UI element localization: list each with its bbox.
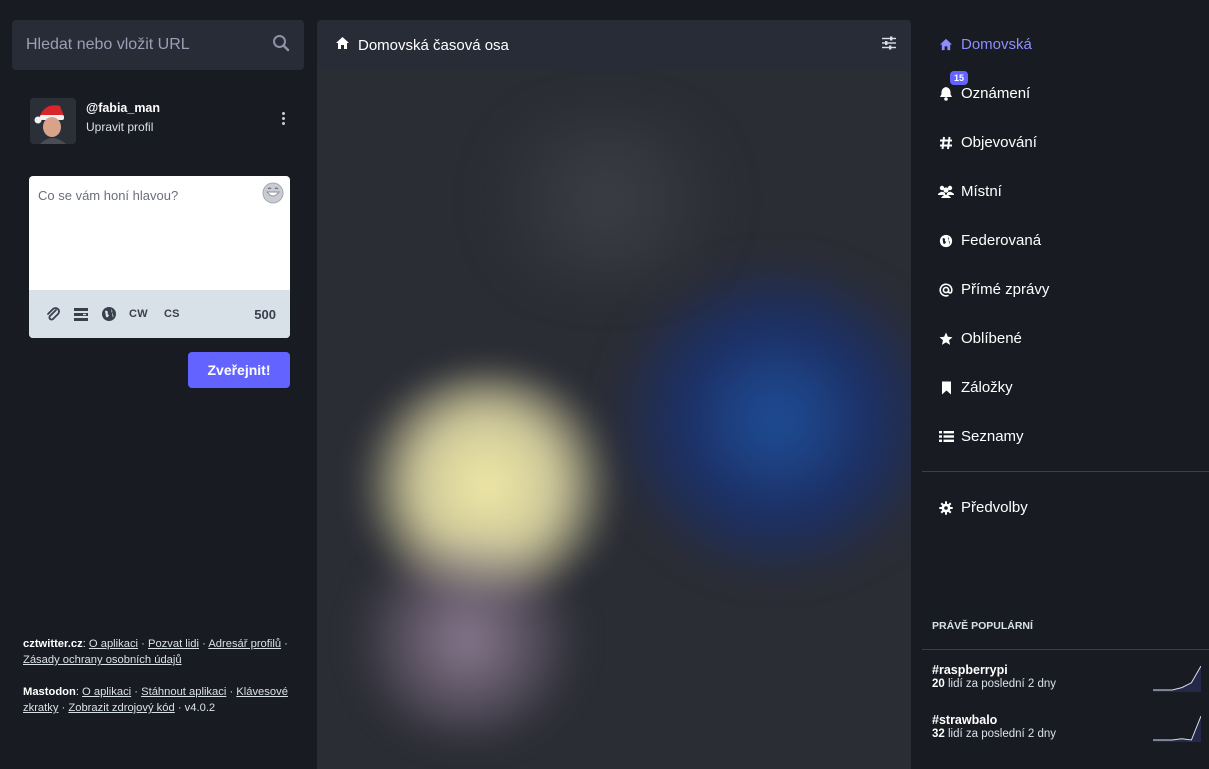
globe-icon [938, 233, 954, 249]
edit-profile-link[interactable]: Upravit profil [86, 120, 278, 134]
search-icon[interactable] [272, 34, 290, 57]
search-placeholder: Hledat nebo vložit URL [26, 36, 190, 53]
gear-icon [938, 500, 954, 516]
column-header[interactable]: Domovská časová osa [317, 20, 911, 70]
notification-badge: 15 [950, 71, 968, 85]
nav-direct-label: Přímé zprávy [961, 281, 1050, 298]
trending-tag-item[interactable]: #strawbalo 32 lidí za poslední 2 dny [922, 700, 1209, 750]
nav-preferences[interactable]: Předvolby [922, 483, 1209, 532]
invite-link[interactable]: Pozvat lidi [148, 638, 199, 650]
version: v4.0.2 [184, 702, 216, 714]
directory-link[interactable]: Adresář profilů [208, 638, 281, 650]
hashtag-icon [938, 135, 954, 151]
emoji-picker-icon[interactable] [262, 182, 284, 204]
trending-tag-item[interactable]: #raspberrypi 20 lidí za poslední 2 dny [922, 650, 1209, 700]
bell-icon [938, 86, 954, 102]
nav-notifications[interactable]: 15 Oznámení [922, 69, 1209, 118]
sparkline-area [1153, 716, 1201, 742]
content-warning-button[interactable]: CW [129, 308, 148, 320]
compose-textarea[interactable]: Co se vám honí hlavou? [38, 188, 178, 203]
mastodon-about-link[interactable]: O aplikaci [82, 686, 131, 698]
avatar[interactable] [30, 98, 76, 144]
home-icon [335, 36, 350, 55]
globe-icon[interactable] [101, 306, 117, 322]
column-title: Domovská časová osa [358, 36, 509, 54]
bookmark-icon [938, 380, 954, 396]
list-icon [938, 429, 954, 445]
nav-favourites-label: Oblíbené [961, 330, 1022, 347]
home-icon [938, 37, 954, 53]
profile-card: @fabia_man Upravit profil [30, 98, 294, 148]
source-link[interactable]: Zobrazit zdrojový kód [68, 702, 174, 714]
search-input[interactable]: Hledat nebo vložit URL [12, 20, 304, 70]
paperclip-icon[interactable] [45, 306, 61, 322]
nav-direct[interactable]: Přímé zprávy [922, 265, 1209, 314]
trending-sparkline [1153, 715, 1201, 742]
server-name: cztwitter.cz [23, 638, 83, 650]
footer-links: cztwitter.cz: O aplikaci · Pozvat lidi ·… [23, 638, 288, 714]
nav-preferences-label: Předvolby [961, 499, 1028, 516]
nav-lists[interactable]: Seznamy [922, 412, 1209, 461]
nav-favourites[interactable]: Oblíbené [922, 314, 1209, 363]
nav-home[interactable]: Domovská [922, 20, 1209, 69]
at-icon [938, 282, 954, 298]
users-icon [938, 184, 954, 200]
star-icon [938, 331, 954, 347]
poll-icon[interactable] [73, 306, 89, 322]
compose-toolbar: CW CS 500 [29, 290, 290, 338]
nav-explore[interactable]: Objevování [922, 118, 1209, 167]
nav-explore-label: Objevování [961, 134, 1037, 151]
language-button[interactable]: CS [164, 308, 180, 320]
trending-panel: PRÁVĚ POPULÁRNÍ #raspberrypi 20 lidí za … [922, 620, 1209, 750]
nav-divider [922, 471, 1209, 472]
profile-menu-icon[interactable] [278, 112, 288, 125]
timeline-area [317, 70, 911, 769]
compose-form: Co se vám honí hlavou? CW CS 500 [29, 176, 290, 338]
navigation-panel: Domovská 15 Oznámení Objevování Místní F… [922, 20, 1209, 532]
nav-federated[interactable]: Federovaná [922, 216, 1209, 265]
nav-home-label: Domovská [961, 36, 1032, 53]
nav-local[interactable]: Místní [922, 167, 1209, 216]
trending-sparkline [1153, 665, 1201, 692]
column-settings-icon[interactable] [881, 36, 897, 55]
profile-handle[interactable]: @fabia_man [86, 101, 278, 115]
character-counter: 500 [254, 306, 276, 322]
nav-lists-label: Seznamy [961, 428, 1024, 445]
trending-title: PRÁVĚ POPULÁRNÍ [922, 620, 1209, 650]
nav-local-label: Místní [961, 183, 1002, 200]
apps-link[interactable]: Stáhnout aplikaci [141, 686, 226, 698]
nav-federated-label: Federovaná [961, 232, 1042, 249]
about-link[interactable]: O aplikaci [89, 638, 138, 650]
privacy-link[interactable]: Zásady ochrany osobních údajů [23, 654, 182, 666]
nav-bookmarks-label: Záložky [961, 379, 1013, 396]
mastodon-label: Mastodon [23, 686, 76, 698]
nav-bookmarks[interactable]: Záložky [922, 363, 1209, 412]
nav-notifications-label: Oznámení [961, 85, 1031, 102]
left-column: Hledat nebo vložit URL @fabia_man Upravi… [0, 0, 306, 769]
publish-button[interactable]: Zveřejnit! [188, 352, 290, 388]
